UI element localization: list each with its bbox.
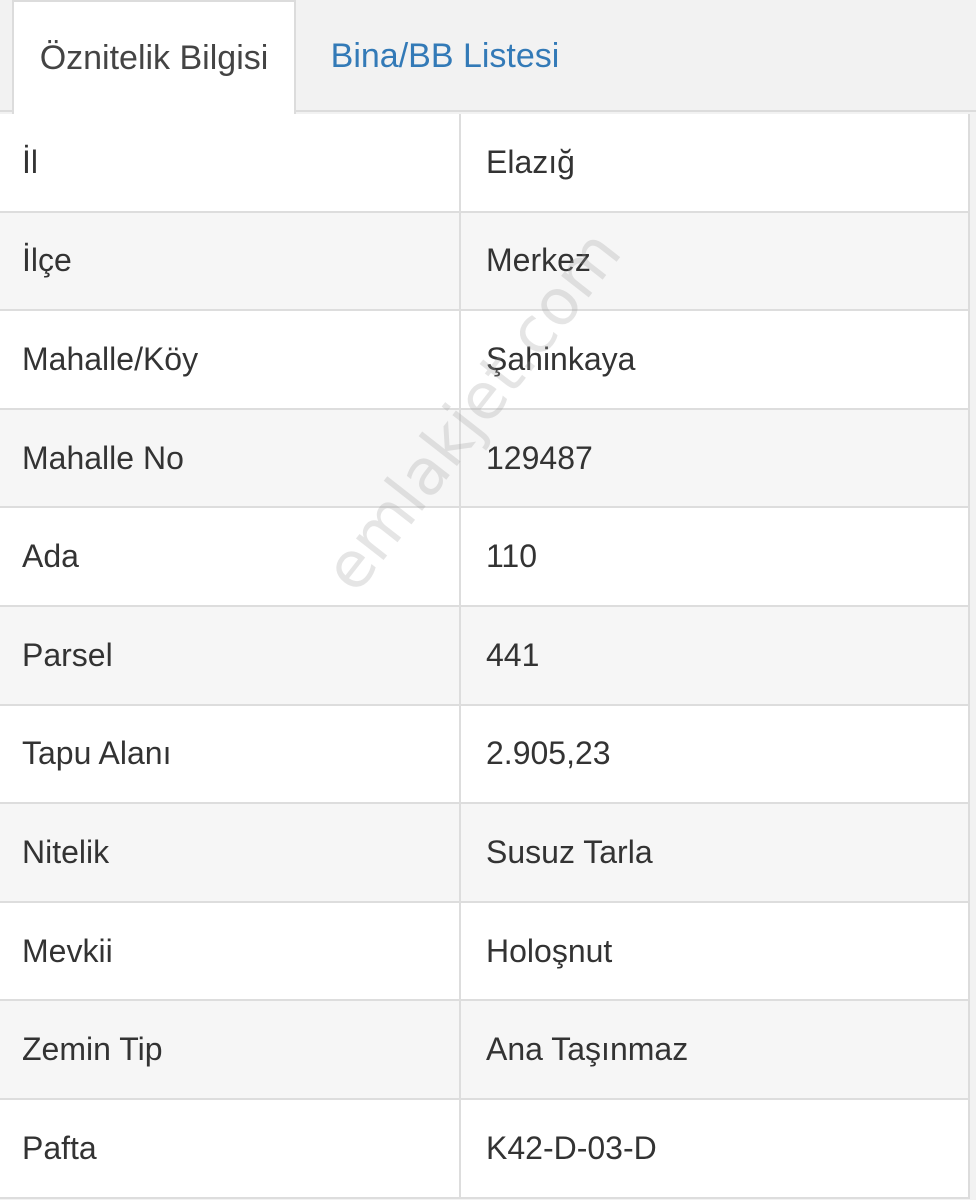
attribute-value: 110 [486,538,538,575]
attribute-value: 2.905,23 [486,735,611,772]
attribute-key: Mevkii [0,902,461,1000]
table-row-parsel: Parsel 441 [0,606,968,706]
attribute-value: Şahinkaya [486,340,636,377]
attribute-key: Zemin Tip [0,1001,461,1098]
table-row-ilce: İlçe Merkez [0,212,968,312]
attribute-key: Pafta [0,1099,461,1197]
tab-attribute-info[interactable]: Öznitelik Bilgisi [12,0,296,114]
attribute-value: Holoşnut [486,932,613,969]
attribute-panel: Öznitelik Bilgisi Bina/BB Listesi İl Ela… [0,0,976,1200]
attribute-value: 441 [486,636,540,673]
attribute-key: Parsel [0,606,461,704]
attribute-value: 129487 [486,439,593,476]
attribute-key: Mahalle No [0,409,461,507]
attribute-table: İl Elazığ İlçe Merkez Mahalle/Köy Şahink… [0,114,970,1199]
table-row-mevkii: Mevkii Holoşnut [0,902,968,1002]
attribute-key: Ada [0,508,461,605]
attribute-value: K42-D-03-D [486,1129,657,1166]
table-row-tapu-alani: Tapu Alanı 2.905,23 [0,705,968,805]
table-row-nitelik: Nitelik Susuz Tarla [0,804,968,903]
attribute-key: Tapu Alanı [0,705,461,803]
attribute-key: Nitelik [0,804,461,901]
attribute-key: İl [0,114,461,211]
table-row-pafta: Pafta K42-D-03-D [0,1099,968,1199]
attribute-value: Merkez [486,242,591,279]
attribute-value: Susuz Tarla [486,833,653,870]
attribute-value: Elazığ [486,143,575,180]
table-row-ada: Ada 110 [0,508,968,607]
table-row-zemin-tip: Zemin Tip Ana Taşınmaz [0,1001,968,1100]
attribute-key: İlçe [0,212,461,310]
table-row-mahalle-no: Mahalle No 129487 [0,409,968,509]
attribute-value: Ana Taşınmaz [486,1031,689,1068]
attribute-key: Mahalle/Köy [0,311,461,408]
tab-building-list[interactable]: Bina/BB Listesi [300,0,590,112]
tab-bar: Öznitelik Bilgisi Bina/BB Listesi [0,0,976,114]
table-row-il: İl Elazığ [0,114,968,213]
table-row-mahalle-koy: Mahalle/Köy Şahinkaya [0,311,968,410]
